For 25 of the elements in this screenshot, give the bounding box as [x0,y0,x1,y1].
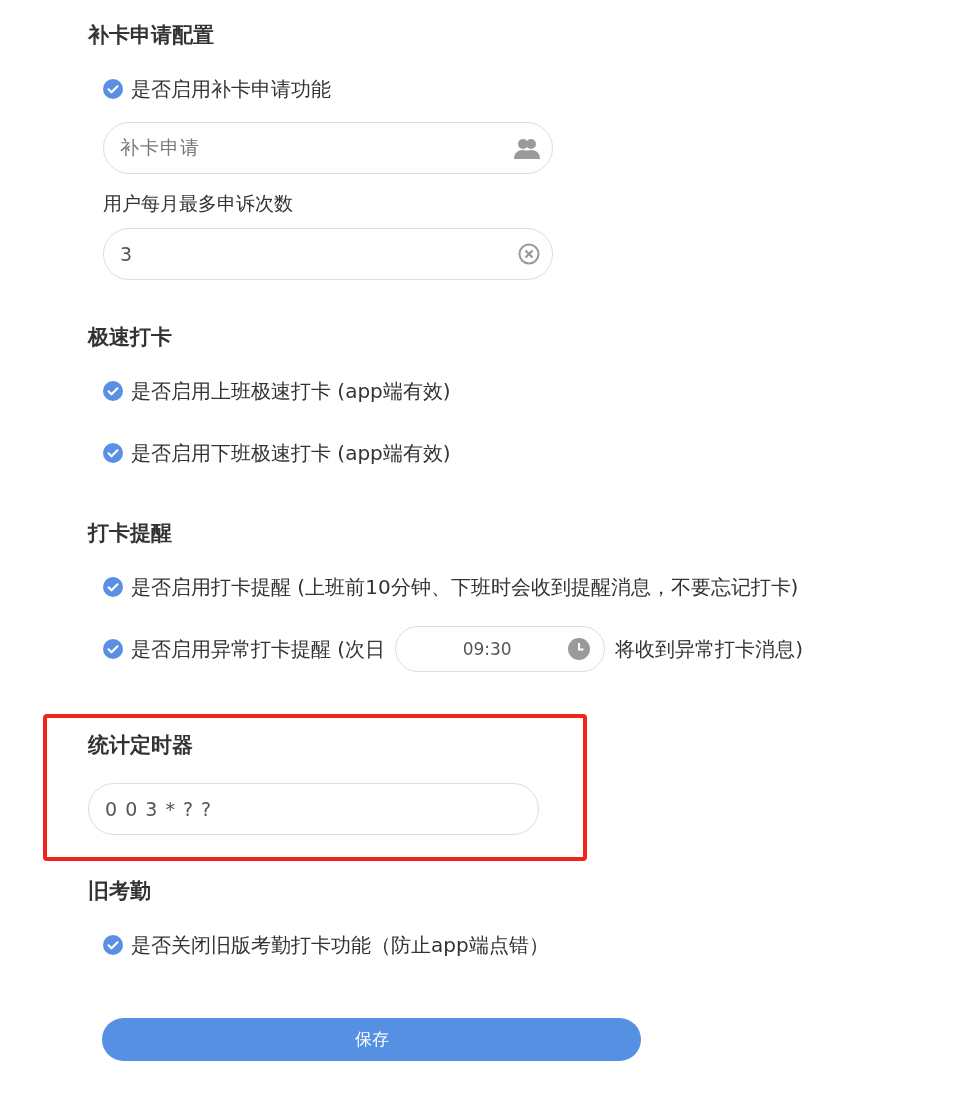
checkbox-label: 是否启用打卡提醒 (上班前10分钟、下班时会收到提醒消息，不要忘记打卡) [131,573,799,601]
section-heading: 极速打卡 [88,324,173,351]
checked-checkbox-icon[interactable] [103,639,123,659]
field-value: 3 [120,243,134,265]
field-value: 0 0 3 * ? ? [105,798,213,820]
section-heading: 补卡申请配置 [88,22,215,49]
checkbox-label: 将收到异常打卡消息) [615,635,803,663]
checked-checkbox-icon[interactable] [103,935,123,955]
checkbox-label: 是否启用下班极速打卡 (app端有效) [131,439,451,467]
checked-checkbox-icon[interactable] [103,79,123,99]
section-heading: 旧考勤 [88,878,152,905]
field-label: 用户每月最多申诉次数 [103,191,294,216]
clear-icon[interactable] [518,243,540,265]
checked-checkbox-icon[interactable] [103,443,123,463]
section-heading: 打卡提醒 [88,520,173,547]
checked-checkbox-icon[interactable] [103,381,123,401]
checkbox-label: 是否关闭旧版考勤打卡功能（防止app端点错） [131,931,549,959]
section-heading: 统计定时器 [88,732,194,759]
checkbox-label: 是否启用异常打卡提醒 (次日 [131,635,386,663]
placeholder-text: 补卡申请 [120,135,200,160]
checkbox-label: 是否启用补卡申请功能 [131,75,331,103]
clock-icon [568,638,591,660]
checkbox-label: 是否启用上班极速打卡 (app端有效) [131,377,451,405]
people-icon [514,137,540,159]
checked-checkbox-icon[interactable] [103,577,123,597]
